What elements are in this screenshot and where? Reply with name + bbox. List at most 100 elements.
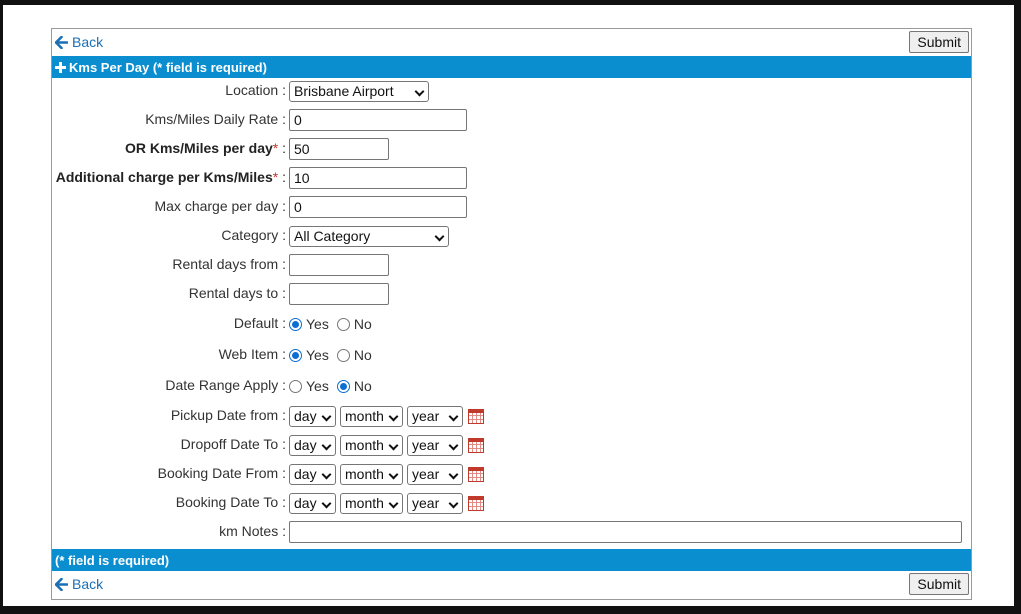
dropoff-day-select[interactable]: day	[289, 434, 336, 456]
default-label: Default :	[233, 315, 286, 331]
chevron-down-icon	[388, 411, 399, 421]
window-frame-top	[0, 0, 1021, 5]
rental-days-from-row: Rental days from :	[52, 252, 971, 278]
daily-rate-label: Kms/Miles Daily Rate :	[145, 111, 286, 127]
web-item-yes-label: Yes	[306, 347, 329, 363]
rental-days-from-input[interactable]	[289, 254, 389, 276]
form-footer-text: (* field is required)	[55, 552, 170, 568]
max-charge-label: Max charge per day :	[154, 198, 286, 214]
arrow-left-icon	[55, 35, 68, 49]
max-charge-row: Max charge per day :	[52, 194, 971, 220]
booking-from-month-select[interactable]: month	[340, 463, 403, 485]
date-range-apply-yes-label: Yes	[306, 378, 329, 394]
dropoff-year-select[interactable]: year	[407, 434, 463, 456]
rental-days-to-input[interactable]	[289, 283, 389, 305]
calendar-icon[interactable]	[468, 408, 484, 424]
booking-from-day-select[interactable]: day	[289, 463, 336, 485]
booking-from-year-select[interactable]: year	[407, 463, 463, 485]
kms-per-day-form-panel: Back Submit Kms Per Day (* field is requ…	[51, 28, 972, 600]
window-frame-left	[0, 0, 3, 614]
chevron-down-icon	[321, 498, 332, 508]
location-select[interactable]: Brisbane Airport	[289, 80, 429, 102]
chevron-down-icon	[448, 411, 459, 421]
dropoff-month-select[interactable]: month	[340, 434, 403, 456]
chevron-down-icon	[388, 469, 399, 479]
back-link-bottom[interactable]: Back	[55, 576, 103, 592]
label-colon: :	[278, 140, 286, 156]
chevron-down-icon	[414, 86, 425, 96]
booking-to-year-value: year	[412, 495, 440, 511]
pickup-day-select[interactable]: day	[289, 405, 336, 427]
km-notes-row: km Notes :	[52, 519, 971, 545]
back-link-label: Back	[72, 34, 104, 50]
back-link-label: Back	[72, 576, 104, 592]
pickup-year-value: year	[412, 408, 440, 424]
default-no-label: No	[353, 316, 372, 332]
date-range-apply-row: Date Range Apply : Yes No	[52, 373, 971, 399]
category-select[interactable]: All Category	[289, 225, 449, 247]
per-day-input[interactable]	[289, 138, 389, 160]
calendar-icon[interactable]	[468, 466, 484, 482]
per-day-label: OR Kms/Miles per day* :	[125, 140, 286, 156]
daily-rate-input[interactable]	[289, 109, 467, 131]
back-link-top[interactable]: Back	[55, 34, 103, 50]
default-no-radio[interactable]	[336, 317, 350, 331]
date-range-apply-label: Date Range Apply :	[165, 377, 286, 393]
pickup-year-select[interactable]: year	[407, 405, 463, 427]
booking-to-year-select[interactable]: year	[407, 492, 463, 514]
additional-charge-input[interactable]	[289, 167, 467, 189]
km-notes-input[interactable]	[289, 521, 962, 543]
location-label: Location :	[225, 82, 286, 98]
rental-days-from-label: Rental days from :	[172, 256, 286, 272]
booking-date-to-label: Booking Date To :	[175, 494, 286, 510]
bottom-nav-row: Back Submit	[52, 571, 971, 598]
form-header-title: Kms Per Day (* field is required)	[69, 59, 267, 75]
chevron-down-icon	[388, 498, 399, 508]
category-label: Category :	[221, 227, 286, 243]
booking-to-month-select[interactable]: month	[340, 492, 403, 514]
chevron-down-icon	[321, 440, 332, 450]
default-yes-radio[interactable]	[289, 317, 302, 331]
booking-to-day-value: day	[294, 495, 317, 511]
additional-charge-label-text: Additional charge per Kms/Miles	[55, 169, 273, 185]
dropoff-day-value: day	[294, 437, 317, 453]
per-day-label-text: OR Kms/Miles per day	[124, 140, 273, 156]
pickup-date-from-row: Pickup Date from : day month year	[52, 403, 971, 429]
web-item-no-radio[interactable]	[336, 348, 350, 362]
web-item-no-label: No	[353, 347, 372, 363]
window-frame-right	[1014, 0, 1021, 614]
booking-from-month-value: month	[345, 466, 384, 482]
calendar-icon[interactable]	[468, 437, 484, 453]
pickup-day-value: day	[294, 408, 317, 424]
arrow-left-icon	[55, 577, 68, 591]
plus-icon	[55, 61, 66, 73]
booking-date-to-row: Booking Date To : day month year	[52, 490, 971, 516]
dropoff-year-value: year	[412, 437, 440, 453]
dropoff-date-to-row: Dropoff Date To : day month year	[52, 432, 971, 458]
web-item-row: Web Item : Yes No	[52, 342, 971, 368]
km-notes-label: km Notes :	[219, 523, 286, 539]
chevron-down-icon	[448, 498, 459, 508]
calendar-icon[interactable]	[468, 495, 484, 511]
top-nav-row: Back Submit	[52, 29, 971, 56]
booking-to-day-select[interactable]: day	[289, 492, 336, 514]
booking-from-year-value: year	[412, 466, 440, 482]
date-range-apply-no-radio[interactable]	[336, 379, 350, 393]
per-day-row: OR Kms/Miles per day* :	[52, 136, 971, 162]
additional-charge-label: Additional charge per Kms/Miles* :	[56, 169, 286, 185]
date-range-apply-yes-radio[interactable]	[289, 379, 302, 393]
pickup-month-select[interactable]: month	[340, 405, 403, 427]
daily-rate-row: Kms/Miles Daily Rate :	[52, 107, 971, 133]
rental-days-to-row: Rental days to :	[52, 281, 971, 307]
max-charge-input[interactable]	[289, 196, 467, 218]
dropoff-date-to-label: Dropoff Date To :	[180, 436, 286, 452]
pickup-month-value: month	[345, 408, 384, 424]
chevron-down-icon	[448, 469, 459, 479]
submit-button-top[interactable]: Submit	[909, 31, 969, 53]
pickup-date-from-label: Pickup Date from :	[170, 407, 286, 423]
submit-button-bottom[interactable]: Submit	[909, 573, 969, 595]
date-range-apply-no-label: No	[353, 378, 372, 394]
window-frame-bottom	[0, 606, 1021, 614]
web-item-yes-radio[interactable]	[289, 348, 302, 362]
form-footer-bar: (* field is required)	[52, 549, 971, 571]
